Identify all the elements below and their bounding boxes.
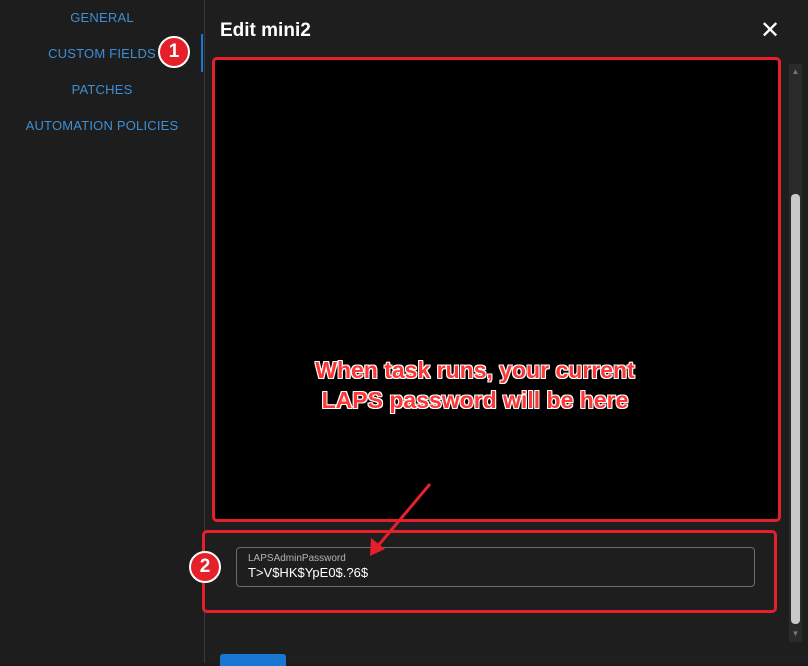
- annotation-arrow-icon: [370, 483, 432, 556]
